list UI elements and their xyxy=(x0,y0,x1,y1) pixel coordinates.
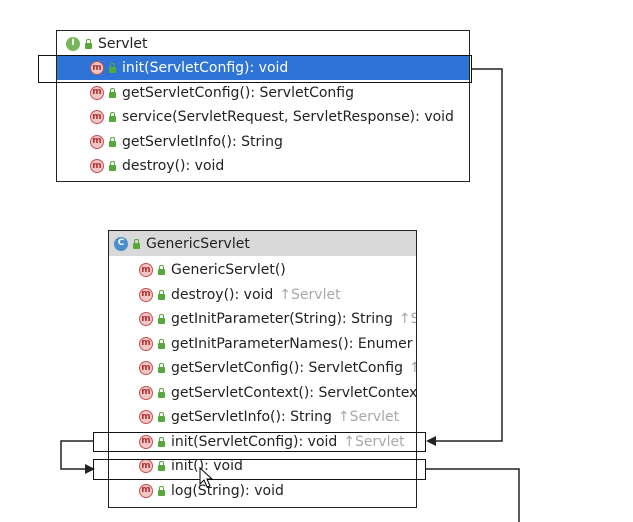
arrow-servlet-init-to-generic-init xyxy=(430,68,503,442)
arrow-init-config-to-init xyxy=(60,440,93,470)
connector-arrows xyxy=(60,68,520,522)
line-init-to-subclass xyxy=(426,468,520,522)
arrowhead-generic-init xyxy=(85,464,95,474)
arrowhead-generic-init-config xyxy=(426,436,436,446)
mouse-cursor-icon xyxy=(199,467,214,488)
